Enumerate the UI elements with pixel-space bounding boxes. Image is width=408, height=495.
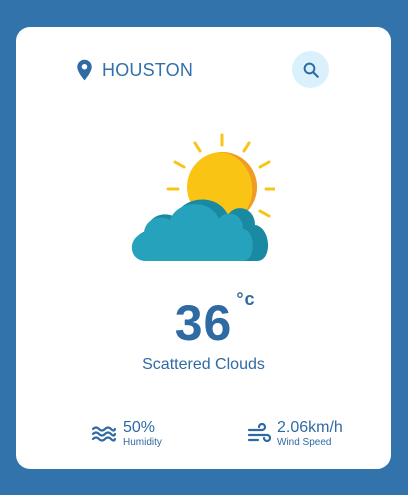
- map-pin-icon: [77, 59, 92, 81]
- partly-cloudy-icon: [131, 133, 275, 261]
- temperature-unit: °c: [236, 289, 256, 309]
- waves-icon: [91, 426, 117, 442]
- wind-speed-value: 2.06km/h: [277, 419, 343, 436]
- location: HOUSTON: [76, 59, 193, 81]
- weather-card: HOUSTON 36 °c Scattered Clouds 50% Humid…: [16, 27, 391, 469]
- humidity-label: Humidity: [123, 437, 162, 448]
- search-button[interactable]: [292, 51, 329, 88]
- city-name: HOUSTON: [102, 60, 194, 80]
- wind-speed-label: Wind Speed: [277, 437, 332, 448]
- weather-description: Scattered Clouds: [142, 356, 265, 373]
- temperature-value: 36 °c: [174, 289, 256, 351]
- wind-icon: [247, 423, 271, 443]
- search-icon: [303, 62, 319, 78]
- humidity-stat: 50% Humidity: [91, 419, 162, 449]
- humidity-value: 50%: [123, 419, 156, 436]
- wind-stat: 2.06km/h Wind Speed: [247, 419, 343, 449]
- temperature-display: 36 °c: [16, 289, 391, 351]
